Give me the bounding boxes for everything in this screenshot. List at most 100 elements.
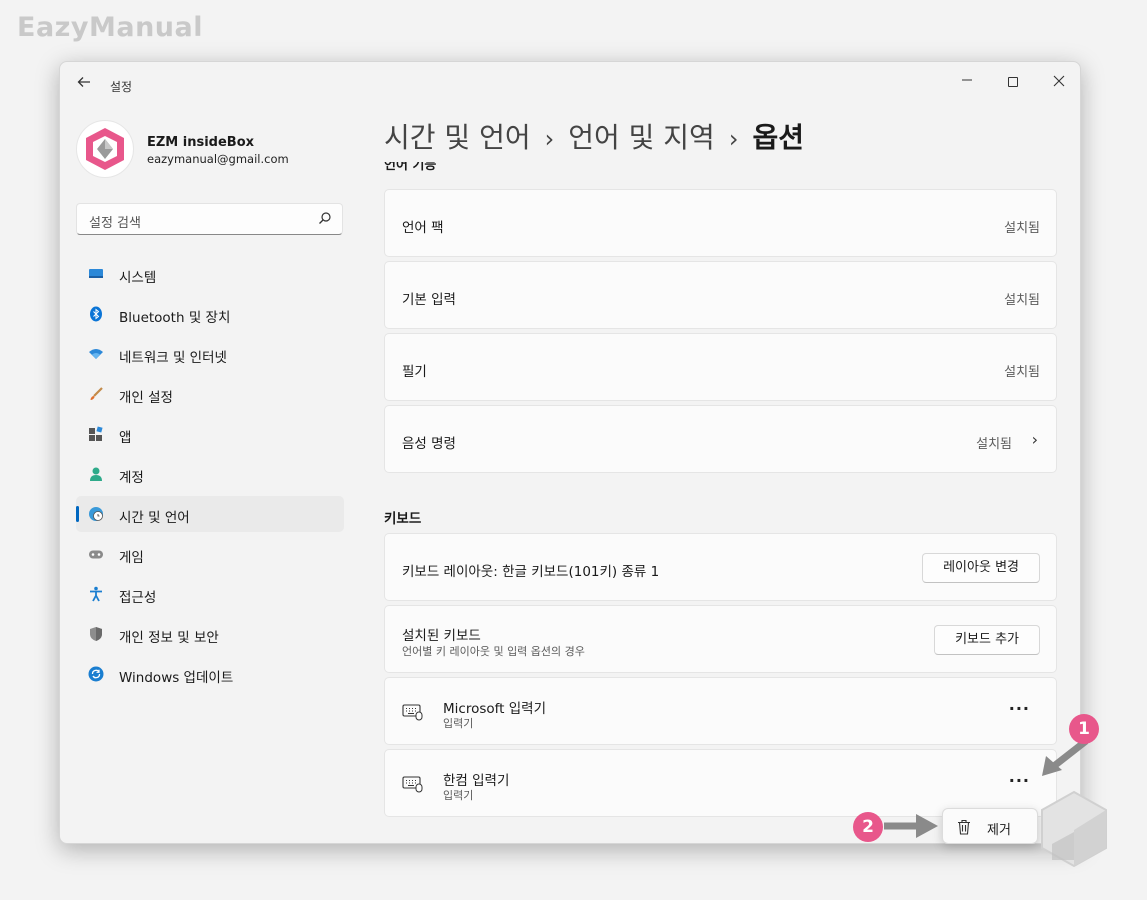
time-language-icon [89,507,103,521]
sidebar-item-privacy[interactable]: 개인 정보 및 보안 [76,616,344,652]
back-arrow-icon [77,77,90,87]
remove-label: 제거 [987,823,1011,838]
keyboard-icon [402,776,423,793]
apps-icon [89,426,103,441]
annotation-marker-2: 2 [853,812,883,842]
card-title: 음성 명령 [402,436,456,452]
sidebar-item-personalization[interactable]: 개인 설정 [76,376,344,412]
keyboard-item-hancom: 한컴 입력기 입력기 ··· [384,749,1057,817]
basic-input-card[interactable]: 기본 입력 설치됨 [384,261,1057,329]
sidebar-item-label: 개인 설정 [119,390,173,406]
more-options-button[interactable]: ··· [1009,771,1030,790]
page-title: 옵션 [752,121,804,154]
card-subtitle: 언어별 키 레이아웃 및 입력 옵션의 경우 [402,645,585,658]
add-keyboard-button[interactable]: 키보드 추가 [934,625,1040,655]
minimize-icon [962,79,972,81]
sidebar-item-windows-update[interactable]: Windows 업데이트 [76,656,344,692]
speech-command-card[interactable]: 음성 명령 설치됨 › [384,405,1057,473]
remove-flyout[interactable]: 제거 [942,808,1038,844]
sidebar-item-bluetooth[interactable]: Bluetooth 및 장치 [76,296,344,332]
keyboard-name: 한컴 입력기 [443,773,510,789]
main-content: 언어 기능 언어 팩 설치됨 기본 입력 설치됨 필기 설치됨 음성 명령 설치… [384,162,1058,822]
card-title: 필기 [402,364,427,380]
status-text: 설치됨 [1004,293,1040,308]
settings-window: 설정 EZM insideBox eazymanual@gmail.com 설정… [59,61,1081,844]
keyboard-name: Microsoft 입력기 [443,701,546,717]
minimize-button[interactable] [944,68,990,96]
close-button[interactable] [1036,68,1080,96]
trash-icon [958,819,970,835]
more-options-button[interactable]: ··· [1009,699,1030,718]
sidebar-item-label: 개인 정보 및 보안 [119,630,219,646]
status-text: 설치됨 [1004,221,1040,236]
user-profile[interactable]: EZM insideBox eazymanual@gmail.com [76,120,346,180]
search-input[interactable]: 설정 검색 [76,203,343,235]
title-bar: 설정 [60,62,1080,100]
sidebar-nav: 시스템 Bluetooth 및 장치 네트워크 및 인터넷 개인 설정 앱 계정… [76,256,344,696]
keyboard-type: 입력기 [443,789,474,802]
wifi-icon [89,349,103,359]
sidebar-item-label: 게임 [119,550,144,566]
installed-keyboards-card: 설치된 키보드 언어별 키 레이아웃 및 입력 옵션의 경우 키보드 추가 [384,605,1057,673]
card-title: 설치된 키보드 [402,628,481,644]
avatar-logo-icon [86,128,124,170]
gamepad-icon [89,550,103,559]
breadcrumb-language-region[interactable]: 언어 및 지역 [568,121,715,154]
card-title: 키보드 레이아웃: 한글 키보드(101키) 종류 1 [402,564,660,580]
status-text: 설치됨 [976,437,1012,452]
sidebar-item-time-language[interactable]: 시간 및 언어 [76,496,344,532]
shield-icon [90,627,102,641]
sidebar-item-network[interactable]: 네트워크 및 인터넷 [76,336,344,372]
user-name: EZM insideBox [147,135,255,150]
annotation-arrow-1 [1042,738,1089,776]
sidebar-item-apps[interactable]: 앱 [76,416,344,452]
sidebar-item-system[interactable]: 시스템 [76,256,344,292]
sidebar-item-accessibility[interactable]: 접근성 [76,576,344,612]
avatar [76,120,134,178]
status-text: 설치됨 [1004,365,1040,380]
search-icon [319,212,331,224]
card-title: 기본 입력 [402,292,456,308]
update-icon [88,666,104,682]
watermark-text: EazyManual [17,12,203,43]
sidebar-item-label: 계정 [119,470,144,486]
system-icon [89,269,103,278]
breadcrumb-time-language[interactable]: 시간 및 언어 [384,121,531,154]
search-placeholder: 설정 검색 [89,216,141,231]
sidebar-item-accounts[interactable]: 계정 [76,456,344,492]
sidebar-item-label: Bluetooth 및 장치 [119,310,231,326]
breadcrumb-separator: › [544,125,555,153]
keyboard-layout-card: 키보드 레이아웃: 한글 키보드(101키) 종류 1 레이아웃 변경 [384,533,1057,601]
breadcrumb: 시간 및 언어 › 언어 및 지역 › 옵션 [384,116,804,156]
annotation-arrow-2 [884,814,938,838]
handwriting-card[interactable]: 필기 설치됨 [384,333,1057,401]
section-title-keyboard: 키보드 [384,511,422,527]
sidebar-item-gaming[interactable]: 게임 [76,536,344,572]
chevron-right-icon: › [1031,430,1038,449]
close-icon [1053,75,1065,87]
breadcrumb-separator: › [728,125,739,153]
keyboard-icon [402,704,423,721]
sidebar-item-label: 접근성 [119,590,157,606]
sidebar-item-label: 시간 및 언어 [119,510,190,526]
keyboard-type: 입력기 [443,717,474,730]
window-title: 설정 [110,80,133,94]
back-button[interactable] [74,74,94,94]
keyboard-item-microsoft: Microsoft 입력기 입력기 ··· [384,677,1057,745]
sidebar-item-label: 네트워크 및 인터넷 [119,350,227,366]
annotation-marker-1: 1 [1069,714,1099,744]
bluetooth-icon [90,306,102,322]
brush-icon [90,387,103,400]
change-layout-button[interactable]: 레이아웃 변경 [922,553,1040,583]
user-email: eazymanual@gmail.com [147,152,289,166]
maximize-icon [1008,77,1018,87]
accessibility-icon [90,586,102,602]
account-icon [90,467,102,481]
card-title: 언어 팩 [402,220,444,236]
sidebar-item-label: 앱 [119,430,132,446]
sidebar-item-label: Windows 업데이트 [119,670,234,686]
maximize-button[interactable] [990,68,1036,96]
section-title-language-features: 언어 기능 [384,162,437,173]
language-pack-card[interactable]: 언어 팩 설치됨 [384,189,1057,257]
sidebar-item-label: 시스템 [119,270,157,286]
